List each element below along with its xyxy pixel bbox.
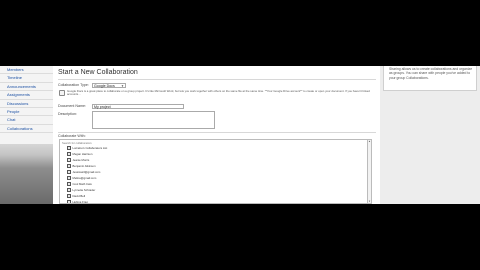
collaborator-name: Jessicas3@gmail.com bbox=[72, 170, 101, 174]
collaboration-type-description: Google Docs is a great place to collabor… bbox=[67, 88, 370, 97]
collaborator-row[interactable]: Hebina Frag bbox=[67, 199, 357, 204]
course-sidebar: Members Timeline Announcements Assignmen… bbox=[0, 66, 53, 204]
collaborate-with-label: Collaborate With: bbox=[58, 133, 86, 138]
collaborator-checkbox[interactable] bbox=[67, 152, 71, 156]
collaborator-checkbox[interactable] bbox=[67, 170, 71, 174]
nav-item-timeline[interactable]: Timeline bbox=[0, 74, 53, 83]
collaborator-name: Melina@gmail.com bbox=[72, 176, 97, 180]
collaborator-name: Megan Harrison bbox=[72, 152, 93, 156]
nav-item-announcements[interactable]: Announcements bbox=[0, 83, 53, 92]
collaborator-checkbox[interactable] bbox=[67, 158, 71, 162]
nav-item-discussions[interactable]: Discussions bbox=[0, 100, 53, 108]
scroll-up-icon[interactable]: ▲ bbox=[368, 140, 371, 143]
document-name-input[interactable]: My project bbox=[92, 103, 184, 109]
main-content: Start a New Collaboration Collaboration … bbox=[53, 66, 380, 204]
collaboration-type-value: Google Docs bbox=[94, 83, 115, 88]
nav-item-members[interactable]: Members bbox=[0, 66, 53, 75]
collaborator-checkbox[interactable] bbox=[67, 200, 71, 203]
help-note: Sharing allows us to create collaboratio… bbox=[383, 66, 477, 91]
collaborator-checkbox[interactable] bbox=[67, 182, 71, 186]
scroll-down-icon[interactable]: ▼ bbox=[368, 200, 371, 203]
collaborator-name: Hebina Frag bbox=[72, 200, 88, 204]
collaborator-name: David Bell bbox=[72, 194, 86, 198]
collaborator-checkbox[interactable] bbox=[67, 164, 71, 168]
collaborator-checkbox[interactable] bbox=[67, 188, 71, 192]
collaboration-type-select[interactable]: Google Docs ▼ bbox=[92, 82, 126, 88]
app-viewport: Members Timeline Announcements Assignmen… bbox=[0, 66, 480, 204]
description-label: Description: bbox=[58, 111, 77, 116]
nav-item-chat[interactable]: Chat bbox=[0, 116, 53, 125]
nav-item-assignments[interactable]: Assignments bbox=[0, 91, 53, 100]
collaborator-name: Lynnette Schrader bbox=[72, 188, 96, 192]
section-divider bbox=[58, 131, 376, 133]
collaborator-checkbox[interactable] bbox=[67, 146, 71, 150]
collaboration-type-label: Collaboration Type: bbox=[58, 83, 89, 87]
collaborators-list: Lorraine's Collaborators List Megan Harr… bbox=[67, 145, 357, 204]
sidebar-background bbox=[0, 144, 53, 204]
collaborator-name: Cool Math Cats bbox=[72, 182, 92, 186]
collaborators-scrollbar[interactable]: ▲ ▼ bbox=[367, 140, 371, 203]
description-textarea[interactable] bbox=[92, 111, 215, 129]
google-docs-icon bbox=[59, 90, 65, 96]
chevron-down-icon: ▼ bbox=[121, 83, 124, 88]
collaborators-listbox[interactable]: Search for collaborators Lorraine's Coll… bbox=[59, 139, 372, 204]
nav-item-collaborations[interactable]: Collaborations bbox=[0, 125, 53, 134]
nav-item-people[interactable]: People bbox=[0, 108, 53, 117]
collaborator-checkbox[interactable] bbox=[67, 176, 71, 180]
help-note-text: Sharing allows us to create collaboratio… bbox=[389, 67, 473, 80]
collaborator-name: Lorraine's Collaborators List bbox=[72, 146, 108, 150]
right-sidebar: Sharing allows us to create collaboratio… bbox=[380, 66, 480, 204]
document-name-label: Document Name: bbox=[58, 104, 86, 108]
collaborator-name: Jeanie Morris bbox=[72, 158, 90, 162]
course-nav: Members Timeline Announcements Assignmen… bbox=[0, 66, 53, 134]
collaborator-checkbox[interactable] bbox=[67, 194, 71, 198]
title-divider bbox=[58, 78, 376, 80]
page-title: Start a New Collaboration bbox=[58, 69, 138, 76]
collaborator-name: Benjamin Atkinson bbox=[72, 164, 96, 168]
